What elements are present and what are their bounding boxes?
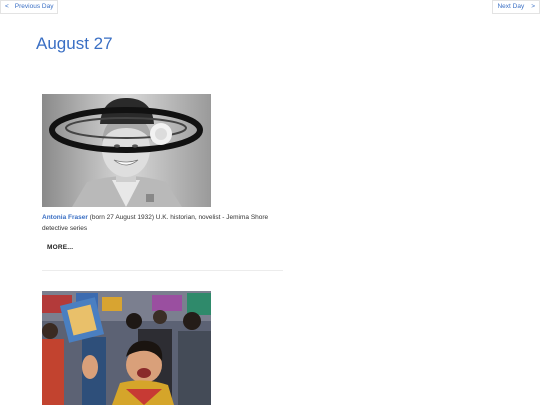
crowd-photo-image xyxy=(42,291,211,405)
entry-photo[interactable] xyxy=(42,291,211,405)
entry-caption: Antonia Fraser (born 27 August 1932) U.K… xyxy=(42,213,287,234)
entry-divider xyxy=(42,270,283,271)
page-title: August 27 xyxy=(36,34,113,53)
chevron-left-icon: < xyxy=(5,3,9,10)
next-day-button[interactable]: Next Day > xyxy=(492,0,540,14)
entry-name-link[interactable]: Antonia Fraser xyxy=(42,214,88,221)
entry-photo[interactable] xyxy=(42,94,211,207)
previous-day-button[interactable]: < Previous Day xyxy=(0,0,59,14)
next-day-label: Next Day xyxy=(497,3,525,10)
chevron-right-icon: > xyxy=(531,3,535,10)
more-button[interactable]: MORE... xyxy=(47,244,73,251)
previous-day-label: Previous Day xyxy=(14,3,54,10)
portrait-image xyxy=(42,94,211,207)
